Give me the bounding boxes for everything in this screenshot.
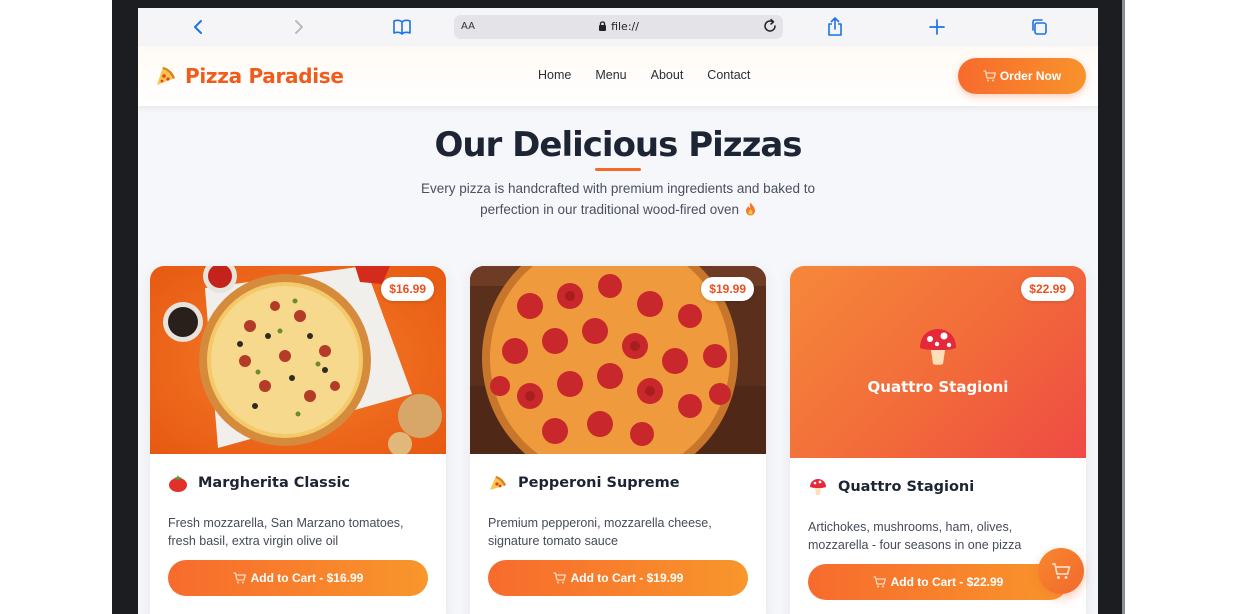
cart-icon (983, 70, 996, 82)
card-title-row: Pepperoni Supreme (488, 474, 680, 492)
forward-icon[interactable] (289, 15, 309, 39)
order-now-button[interactable]: Order Now (958, 58, 1086, 94)
order-now-label: Order Now (999, 69, 1062, 83)
back-icon[interactable] (188, 15, 208, 39)
nav-about[interactable]: About (651, 68, 684, 82)
page-title: Our Delicious Pizzas (434, 125, 802, 165)
pizza-card-pepperoni: $19.99 Pepperoni Supreme Premium peppero… (470, 266, 766, 614)
new-tab-icon[interactable] (926, 15, 948, 39)
add-to-cart-label: Add to Cart - $22.99 (890, 575, 1004, 589)
tomato-icon (169, 475, 187, 492)
price-badge: $16.99 (381, 277, 434, 301)
tabs-overview-icon[interactable] (1028, 15, 1050, 39)
pizza-slice-icon (157, 67, 175, 85)
reload-icon[interactable] (762, 18, 778, 38)
address-bar[interactable]: AA file:// (454, 15, 783, 39)
cart-icon (1052, 563, 1071, 579)
brand-logo[interactable]: Pizza Paradise (155, 62, 344, 90)
share-icon[interactable] (824, 15, 846, 39)
brand-name: Pizza Paradise (185, 64, 344, 88)
floating-cart-button[interactable] (1038, 548, 1084, 594)
nav-home[interactable]: Home (538, 68, 571, 82)
lock-icon (599, 21, 607, 31)
mushroom-icon (920, 329, 956, 365)
add-to-cart-button[interactable]: Add to Cart - $19.99 (488, 560, 748, 596)
price-badge: $19.99 (701, 277, 754, 301)
card-title-row: Margherita Classic (168, 474, 350, 492)
nav-contact[interactable]: Contact (707, 68, 750, 82)
page-subtitle: Every pizza is handcrafted with premium … (368, 178, 868, 220)
pizza-description: Artichokes, mushrooms, ham, olives, mozz… (808, 520, 1022, 552)
browser-toolbar: AA file:// (138, 8, 1098, 46)
cart-icon (553, 572, 566, 584)
subtitle-line-1: Every pizza is handcrafted with premium … (421, 181, 815, 196)
add-to-cart-button[interactable]: Add to Cart - $16.99 (168, 560, 428, 596)
pizza-card-margherita: $16.99 Margherita Classic Fresh mozzarel… (150, 266, 446, 614)
pizza-name: Margherita Classic (198, 475, 351, 491)
pizza-description: Fresh mozzarella, San Marzano tomatoes, … (168, 516, 404, 548)
add-to-cart-label: Add to Cart - $19.99 (570, 571, 684, 585)
bookmarks-icon[interactable] (390, 15, 414, 39)
fire-icon (745, 202, 755, 216)
browser-screen: AA file:// Pizza Paradise Home Menu Abou… (138, 8, 1098, 614)
subtitle-line-2: perfection in our traditional wood-fired… (480, 202, 740, 217)
nav-menu[interactable]: Menu (595, 68, 626, 82)
cart-icon (233, 572, 246, 584)
price-badge: $22.99 (1021, 277, 1074, 301)
card-title-row: Quattro Stagioni (808, 478, 974, 496)
pizza-name: Pepperoni Supreme (518, 475, 680, 491)
mushroom-icon (810, 479, 826, 495)
pizza-icon (490, 476, 506, 490)
site-header: Pizza Paradise Home Menu About Contact O… (138, 46, 1098, 106)
add-to-cart-button[interactable]: Add to Cart - $22.99 (808, 564, 1068, 600)
cart-icon (873, 576, 886, 588)
title-underline (595, 168, 641, 171)
url-text: file:// (454, 20, 783, 33)
image-label: Quattro Stagioni (867, 378, 1009, 396)
main-nav: Home Menu About Contact (538, 68, 750, 82)
pizza-description: Premium pepperoni, mozzarella cheese, si… (488, 516, 712, 548)
add-to-cart-label: Add to Cart - $16.99 (250, 571, 364, 585)
pizza-name: Quattro Stagioni (838, 479, 975, 495)
tablet-edge (1122, 0, 1125, 614)
